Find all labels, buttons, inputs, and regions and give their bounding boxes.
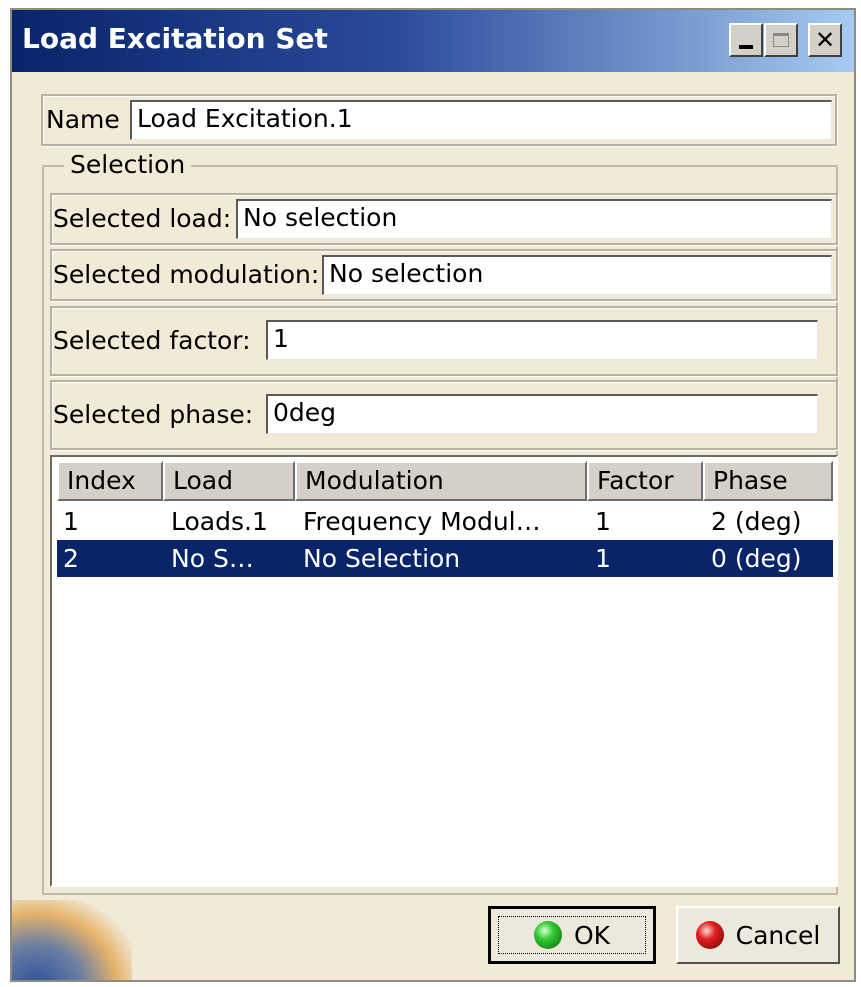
selected-factor-label: Selected factor:: [53, 326, 251, 355]
selected-modulation-field[interactable]: No selection: [322, 255, 832, 295]
table-row[interactable]: 1 Loads.1 Frequency Modul… 1 2 (deg): [57, 503, 833, 540]
table-row-selected[interactable]: 2 No S… No Selection 1 0 (deg): [57, 540, 833, 577]
column-header-factor[interactable]: Factor: [587, 461, 703, 501]
focus-rectangle: [498, 916, 646, 954]
cancel-button-label: Cancel: [735, 920, 821, 950]
column-header-modulation[interactable]: Modulation: [295, 461, 587, 501]
name-label: Name: [46, 105, 120, 134]
cell-load: No S…: [171, 544, 254, 573]
minimize-icon: [739, 45, 753, 49]
selected-modulation-label: Selected modulation:: [53, 260, 320, 289]
close-button[interactable]: ✕: [808, 23, 842, 57]
maximize-icon: [773, 33, 789, 47]
minimize-button[interactable]: [729, 23, 763, 57]
column-header-load[interactable]: Load: [163, 461, 295, 501]
cell-modulation: Frequency Modul…: [303, 507, 541, 536]
selected-load-label: Selected load:: [53, 204, 232, 233]
selected-load-field[interactable]: No selection: [236, 199, 832, 239]
column-header-index[interactable]: Index: [57, 461, 163, 501]
cell-modulation: No Selection: [303, 544, 461, 573]
cell-phase: 0 (deg): [711, 544, 802, 573]
name-input[interactable]: Load Excitation.1: [130, 100, 832, 140]
red-orb-icon: [695, 921, 724, 949]
cell-factor: 1: [595, 544, 611, 573]
corner-decoration: [12, 900, 132, 980]
selection-legend: Selection: [64, 150, 192, 179]
cell-load: Loads.1: [171, 507, 268, 536]
cell-index: 1: [63, 507, 79, 536]
load-excitation-set-dialog: Load Excitation Set ✕ Name Load Excitati…: [10, 8, 856, 982]
cell-factor: 1: [595, 507, 611, 536]
cancel-button[interactable]: Cancel: [676, 906, 840, 964]
excitation-list[interactable]: Index Load Modulation Factor Phase 1 Loa…: [50, 455, 838, 887]
close-icon: ✕: [814, 26, 836, 54]
selected-phase-label: Selected phase:: [53, 400, 254, 429]
maximize-button[interactable]: [764, 23, 798, 57]
selected-factor-input[interactable]: 1: [266, 320, 818, 360]
selected-phase-input[interactable]: 0deg: [266, 394, 818, 434]
cell-index: 2: [63, 544, 79, 573]
title-bar[interactable]: Load Excitation Set ✕: [12, 10, 854, 72]
cell-phase: 2 (deg): [711, 507, 802, 536]
column-header-phase[interactable]: Phase: [703, 461, 833, 501]
list-header: Index Load Modulation Factor Phase: [57, 461, 833, 501]
window-title: Load Excitation Set: [22, 22, 328, 55]
ok-button[interactable]: OK: [488, 906, 656, 964]
